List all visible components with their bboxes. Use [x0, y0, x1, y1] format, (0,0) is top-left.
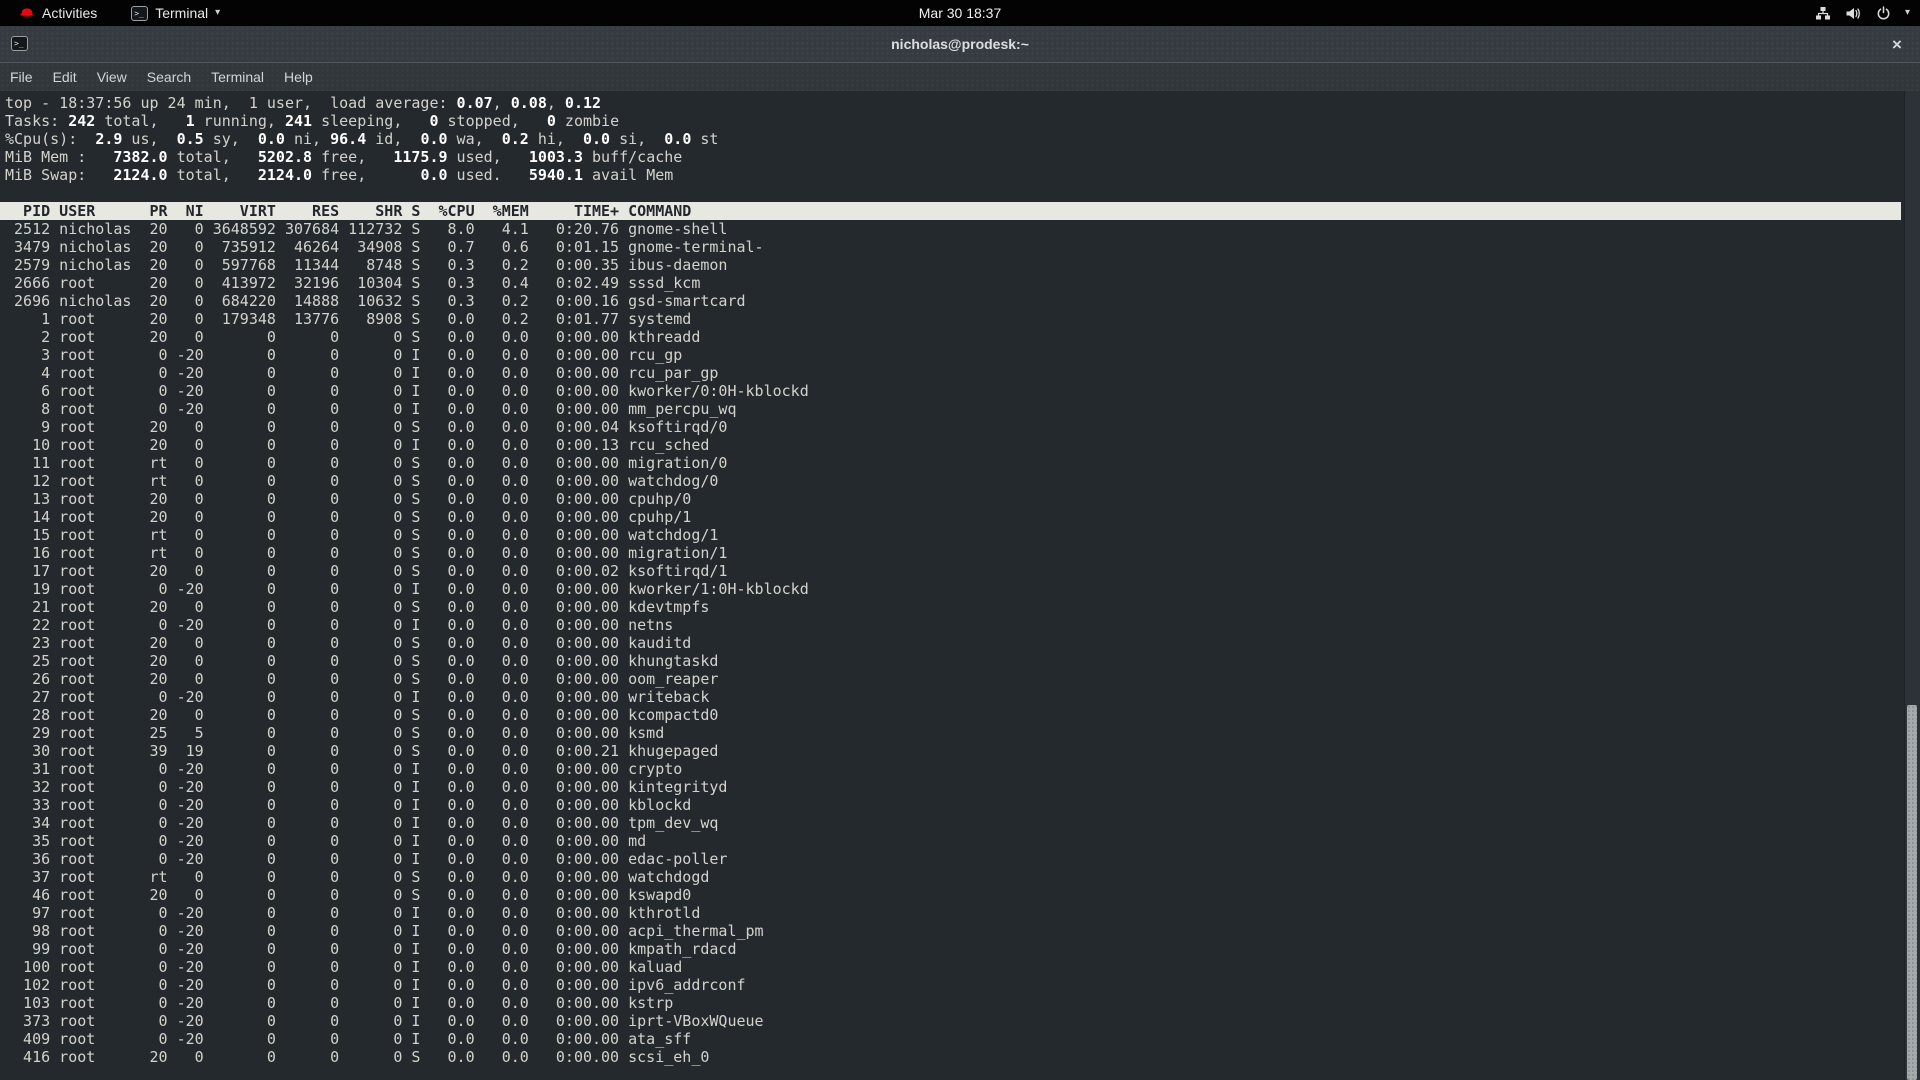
process-table-header: PID USER PR NI VIRT RES SHR S %CPU %MEM …: [0, 202, 1901, 220]
menu-item-terminal[interactable]: Terminal: [201, 63, 274, 91]
process-row: 25 root 20 0 0 0 0 S 0.0 0.0 0:00.00 khu…: [5, 652, 1920, 670]
top-summary-line: top - 18:37:56 up 24 min, 1 user, load a…: [5, 94, 1920, 112]
process-row: 23 root 20 0 0 0 0 S 0.0 0.0 0:00.00 kau…: [5, 634, 1920, 652]
process-row: 13 root 20 0 0 0 0 S 0.0 0.0 0:00.00 cpu…: [5, 490, 1920, 508]
process-row: 100 root 0 -20 0 0 0 I 0.0 0.0 0:00.00 k…: [5, 958, 1920, 976]
process-row: 1 root 20 0 179348 13776 8908 S 0.0 0.2 …: [5, 310, 1920, 328]
process-row: 103 root 0 -20 0 0 0 I 0.0 0.0 0:00.00 k…: [5, 994, 1920, 1012]
process-row: 46 root 20 0 0 0 0 S 0.0 0.0 0:00.00 ksw…: [5, 886, 1920, 904]
process-row: 27 root 0 -20 0 0 0 I 0.0 0.0 0:00.00 wr…: [5, 688, 1920, 706]
menu-item-view[interactable]: View: [87, 63, 137, 91]
process-row: 19 root 0 -20 0 0 0 I 0.0 0.0 0:00.00 kw…: [5, 580, 1920, 598]
system-menu-button[interactable]: ▾: [1815, 0, 1910, 26]
process-row: 3479 nicholas 20 0 735912 46264 34908 S …: [5, 238, 1920, 256]
process-row: 15 root rt 0 0 0 0 S 0.0 0.0 0:00.00 wat…: [5, 526, 1920, 544]
process-row: 29 root 25 5 0 0 0 S 0.0 0.0 0:00.00 ksm…: [5, 724, 1920, 742]
top-summary-line: MiB Mem : 7382.0 total, 5202.8 free, 117…: [5, 148, 1920, 166]
window-title: nicholas@prodesk:~: [0, 36, 1920, 52]
process-row: 17 root 20 0 0 0 0 S 0.0 0.0 0:00.02 kso…: [5, 562, 1920, 580]
process-row: 14 root 20 0 0 0 0 S 0.0 0.0 0:00.00 cpu…: [5, 508, 1920, 526]
process-row: 22 root 0 -20 0 0 0 I 0.0 0.0 0:00.00 ne…: [5, 616, 1920, 634]
process-row: 26 root 20 0 0 0 0 S 0.0 0.0 0:00.00 oom…: [5, 670, 1920, 688]
power-icon: [1876, 6, 1891, 21]
process-row: 10 root 20 0 0 0 0 I 0.0 0.0 0:00.13 rcu…: [5, 436, 1920, 454]
process-row: 2579 nicholas 20 0 597768 11344 8748 S 0…: [5, 256, 1920, 274]
volume-icon: [1845, 6, 1862, 21]
process-row: 33 root 0 -20 0 0 0 I 0.0 0.0 0:00.00 kb…: [5, 796, 1920, 814]
process-row: 12 root rt 0 0 0 0 S 0.0 0.0 0:00.00 wat…: [5, 472, 1920, 490]
process-row: 97 root 0 -20 0 0 0 I 0.0 0.0 0:00.00 kt…: [5, 904, 1920, 922]
chevron-down-icon: ▾: [1905, 8, 1910, 18]
process-row: 28 root 20 0 0 0 0 S 0.0 0.0 0:00.00 kco…: [5, 706, 1920, 724]
network-wired-icon: [1815, 6, 1831, 21]
process-row: 4 root 0 -20 0 0 0 I 0.0 0.0 0:00.00 rcu…: [5, 364, 1920, 382]
top-summary-line: MiB Swap: 2124.0 total, 2124.0 free, 0.0…: [5, 166, 1920, 184]
process-row: 3 root 0 -20 0 0 0 I 0.0 0.0 0:00.00 rcu…: [5, 346, 1920, 364]
process-row: 21 root 20 0 0 0 0 S 0.0 0.0 0:00.00 kde…: [5, 598, 1920, 616]
menu-item-help[interactable]: Help: [274, 63, 323, 91]
process-row: 31 root 0 -20 0 0 0 I 0.0 0.0 0:00.00 cr…: [5, 760, 1920, 778]
terminal-menu-bar: FileEditViewSearchTerminalHelp: [0, 63, 1920, 91]
scrollbar-track[interactable]: [1904, 91, 1920, 1080]
menu-item-file[interactable]: File: [0, 63, 43, 91]
terminal-title-bar[interactable]: >_ nicholas@prodesk:~ ×: [0, 26, 1920, 63]
process-row: 37 root rt 0 0 0 0 S 0.0 0.0 0:00.00 wat…: [5, 868, 1920, 886]
process-row: 8 root 0 -20 0 0 0 I 0.0 0.0 0:00.00 mm_…: [5, 400, 1920, 418]
process-row: 416 root 20 0 0 0 0 S 0.0 0.0 0:00.00 sc…: [5, 1048, 1920, 1066]
blank-line: [5, 184, 1920, 202]
process-row: 2696 nicholas 20 0 684220 14888 10632 S …: [5, 292, 1920, 310]
process-row: 16 root rt 0 0 0 0 S 0.0 0.0 0:00.00 mig…: [5, 544, 1920, 562]
menu-item-search[interactable]: Search: [137, 63, 201, 91]
process-row: 98 root 0 -20 0 0 0 I 0.0 0.0 0:00.00 ac…: [5, 922, 1920, 940]
terminal-screen[interactable]: top - 18:37:56 up 24 min, 1 user, load a…: [0, 91, 1920, 1080]
process-row: 2512 nicholas 20 0 3648592 307684 112732…: [5, 220, 1920, 238]
menu-item-edit[interactable]: Edit: [43, 63, 87, 91]
close-button[interactable]: ×: [1882, 26, 1912, 63]
process-row: 102 root 0 -20 0 0 0 I 0.0 0.0 0:00.00 i…: [5, 976, 1920, 994]
process-row: 409 root 0 -20 0 0 0 I 0.0 0.0 0:00.00 a…: [5, 1030, 1920, 1048]
gnome-top-bar: Activities >_ Terminal ▾ Mar 30 18:37: [0, 0, 1920, 26]
terminal-window-icon: >_: [11, 36, 28, 51]
top-summary-line: Tasks: 242 total, 1 running, 241 sleepin…: [5, 112, 1920, 130]
process-row: 2666 root 20 0 413972 32196 10304 S 0.3 …: [5, 274, 1920, 292]
process-row: 35 root 0 -20 0 0 0 I 0.0 0.0 0:00.00 md: [5, 832, 1920, 850]
process-row: 30 root 39 19 0 0 0 S 0.0 0.0 0:00.21 kh…: [5, 742, 1920, 760]
process-row: 11 root rt 0 0 0 0 S 0.0 0.0 0:00.00 mig…: [5, 454, 1920, 472]
clock-button[interactable]: Mar 30 18:37: [0, 5, 1920, 21]
process-row: 32 root 0 -20 0 0 0 I 0.0 0.0 0:00.00 ki…: [5, 778, 1920, 796]
scrollbar-thumb[interactable]: [1907, 705, 1917, 1080]
process-row: 36 root 0 -20 0 0 0 I 0.0 0.0 0:00.00 ed…: [5, 850, 1920, 868]
process-row: 6 root 0 -20 0 0 0 I 0.0 0.0 0:00.00 kwo…: [5, 382, 1920, 400]
process-row: 9 root 20 0 0 0 0 S 0.0 0.0 0:00.04 ksof…: [5, 418, 1920, 436]
top-summary-line: %Cpu(s): 2.9 us, 0.5 sy, 0.0 ni, 96.4 id…: [5, 130, 1920, 148]
process-row: 2 root 20 0 0 0 0 S 0.0 0.0 0:00.00 kthr…: [5, 328, 1920, 346]
process-row: 373 root 0 -20 0 0 0 I 0.0 0.0 0:00.00 i…: [5, 1012, 1920, 1030]
process-row: 99 root 0 -20 0 0 0 I 0.0 0.0 0:00.00 km…: [5, 940, 1920, 958]
process-row: 34 root 0 -20 0 0 0 I 0.0 0.0 0:00.00 tp…: [5, 814, 1920, 832]
